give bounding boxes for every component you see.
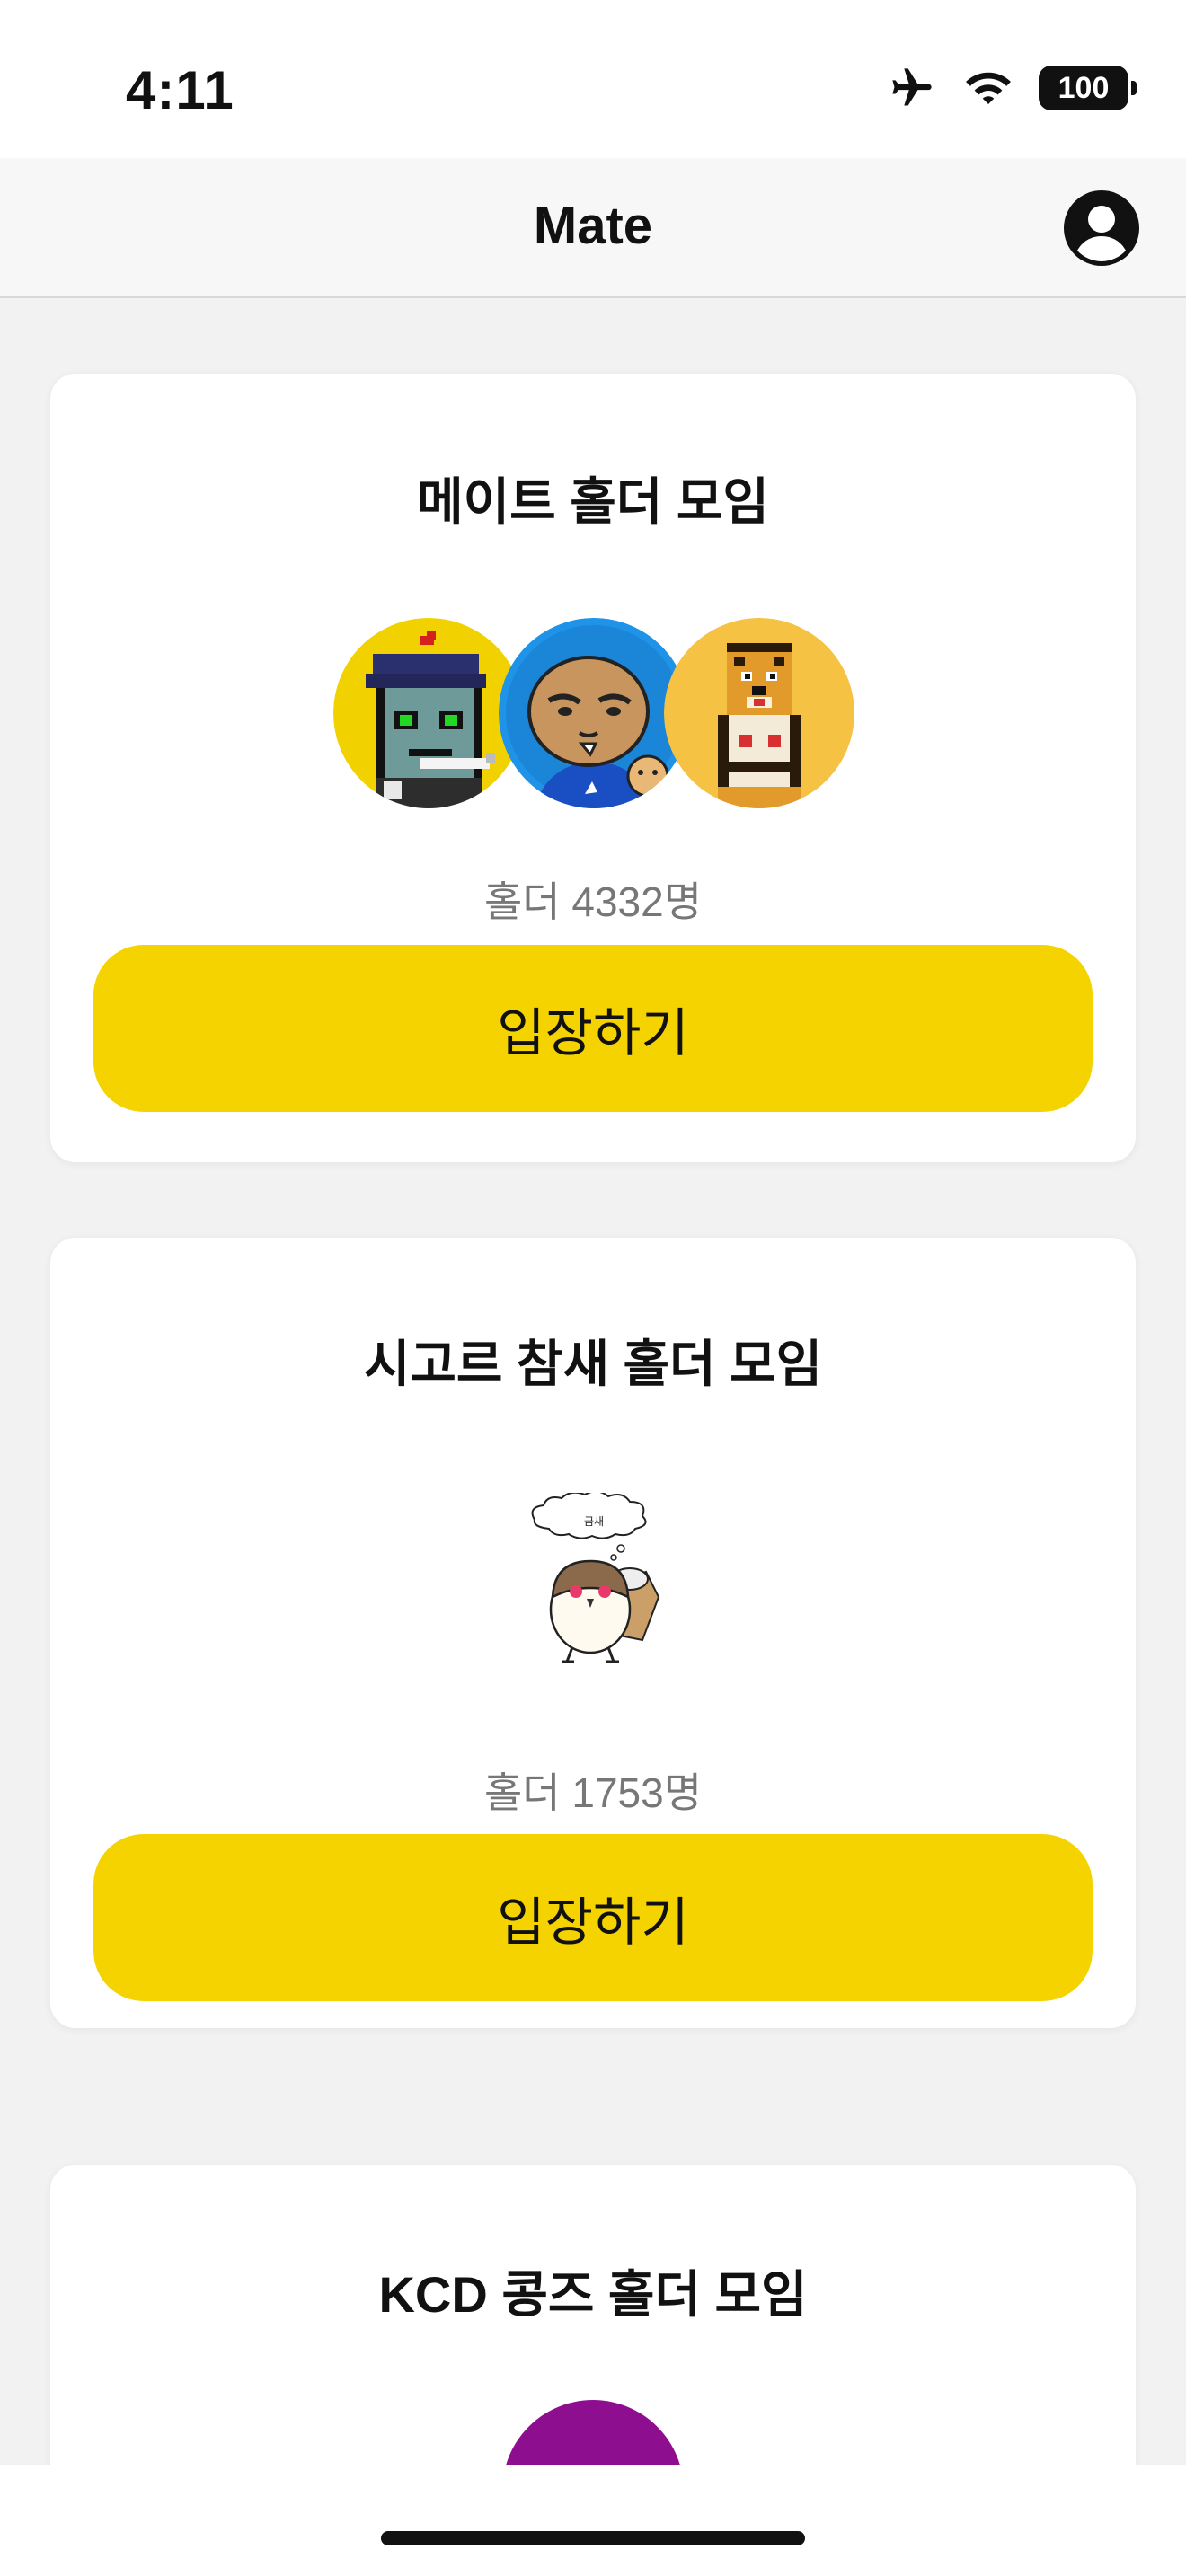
- airplane-icon: [892, 68, 932, 106]
- group-title: KCD 콩즈 홀더 모임: [378, 2266, 808, 2323]
- group-list[interactable]: 메이트 홀더 모임 홀더 4332명 입장하기 시고르 참새 홀더 모임 금새 …: [0, 298, 1186, 2465]
- holder-avatar: [664, 618, 854, 808]
- holder-avatar-group: [333, 618, 854, 811]
- group-title: 메이트 홀더 모임: [417, 473, 769, 530]
- group-card: KCD 콩즈 홀더 모임: [50, 2165, 1136, 2465]
- navigation-bar: Mate: [0, 158, 1186, 298]
- profile-icon[interactable]: [1062, 189, 1141, 268]
- status-time: 4:11: [126, 60, 235, 120]
- holder-avatar: [506, 2400, 680, 2465]
- battery-level: 100: [1058, 70, 1110, 105]
- wifi-icon: [966, 72, 1011, 104]
- mascot-caption: 금새: [584, 1515, 604, 1528]
- status-icons: 100: [886, 65, 1137, 111]
- holder-count: 홀더 4332명: [483, 878, 703, 925]
- bottom-safe-area: [0, 2465, 1186, 2576]
- page-title: Mate: [533, 197, 653, 255]
- group-mascot-image: 금새: [531, 1493, 660, 1663]
- status-bar: 4:11 100: [0, 0, 1186, 158]
- home-indicator[interactable]: [381, 2531, 805, 2545]
- holder-avatar: [499, 618, 689, 808]
- group-title: 시고르 참새 홀더 모임: [363, 1336, 823, 1392]
- holder-count: 홀더 1753명: [483, 1769, 703, 1816]
- enter-button[interactable]: 입장하기: [93, 945, 1093, 1112]
- group-card: 메이트 홀더 모임 홀더 4332명 입장하기: [50, 374, 1136, 1162]
- battery-icon: 100: [1039, 66, 1137, 110]
- enter-button[interactable]: 입장하기: [93, 1834, 1093, 2001]
- group-card: 시고르 참새 홀더 모임 금새 홀더 1753명 입장하기: [50, 1238, 1136, 2028]
- holder-avatar: [333, 618, 524, 808]
